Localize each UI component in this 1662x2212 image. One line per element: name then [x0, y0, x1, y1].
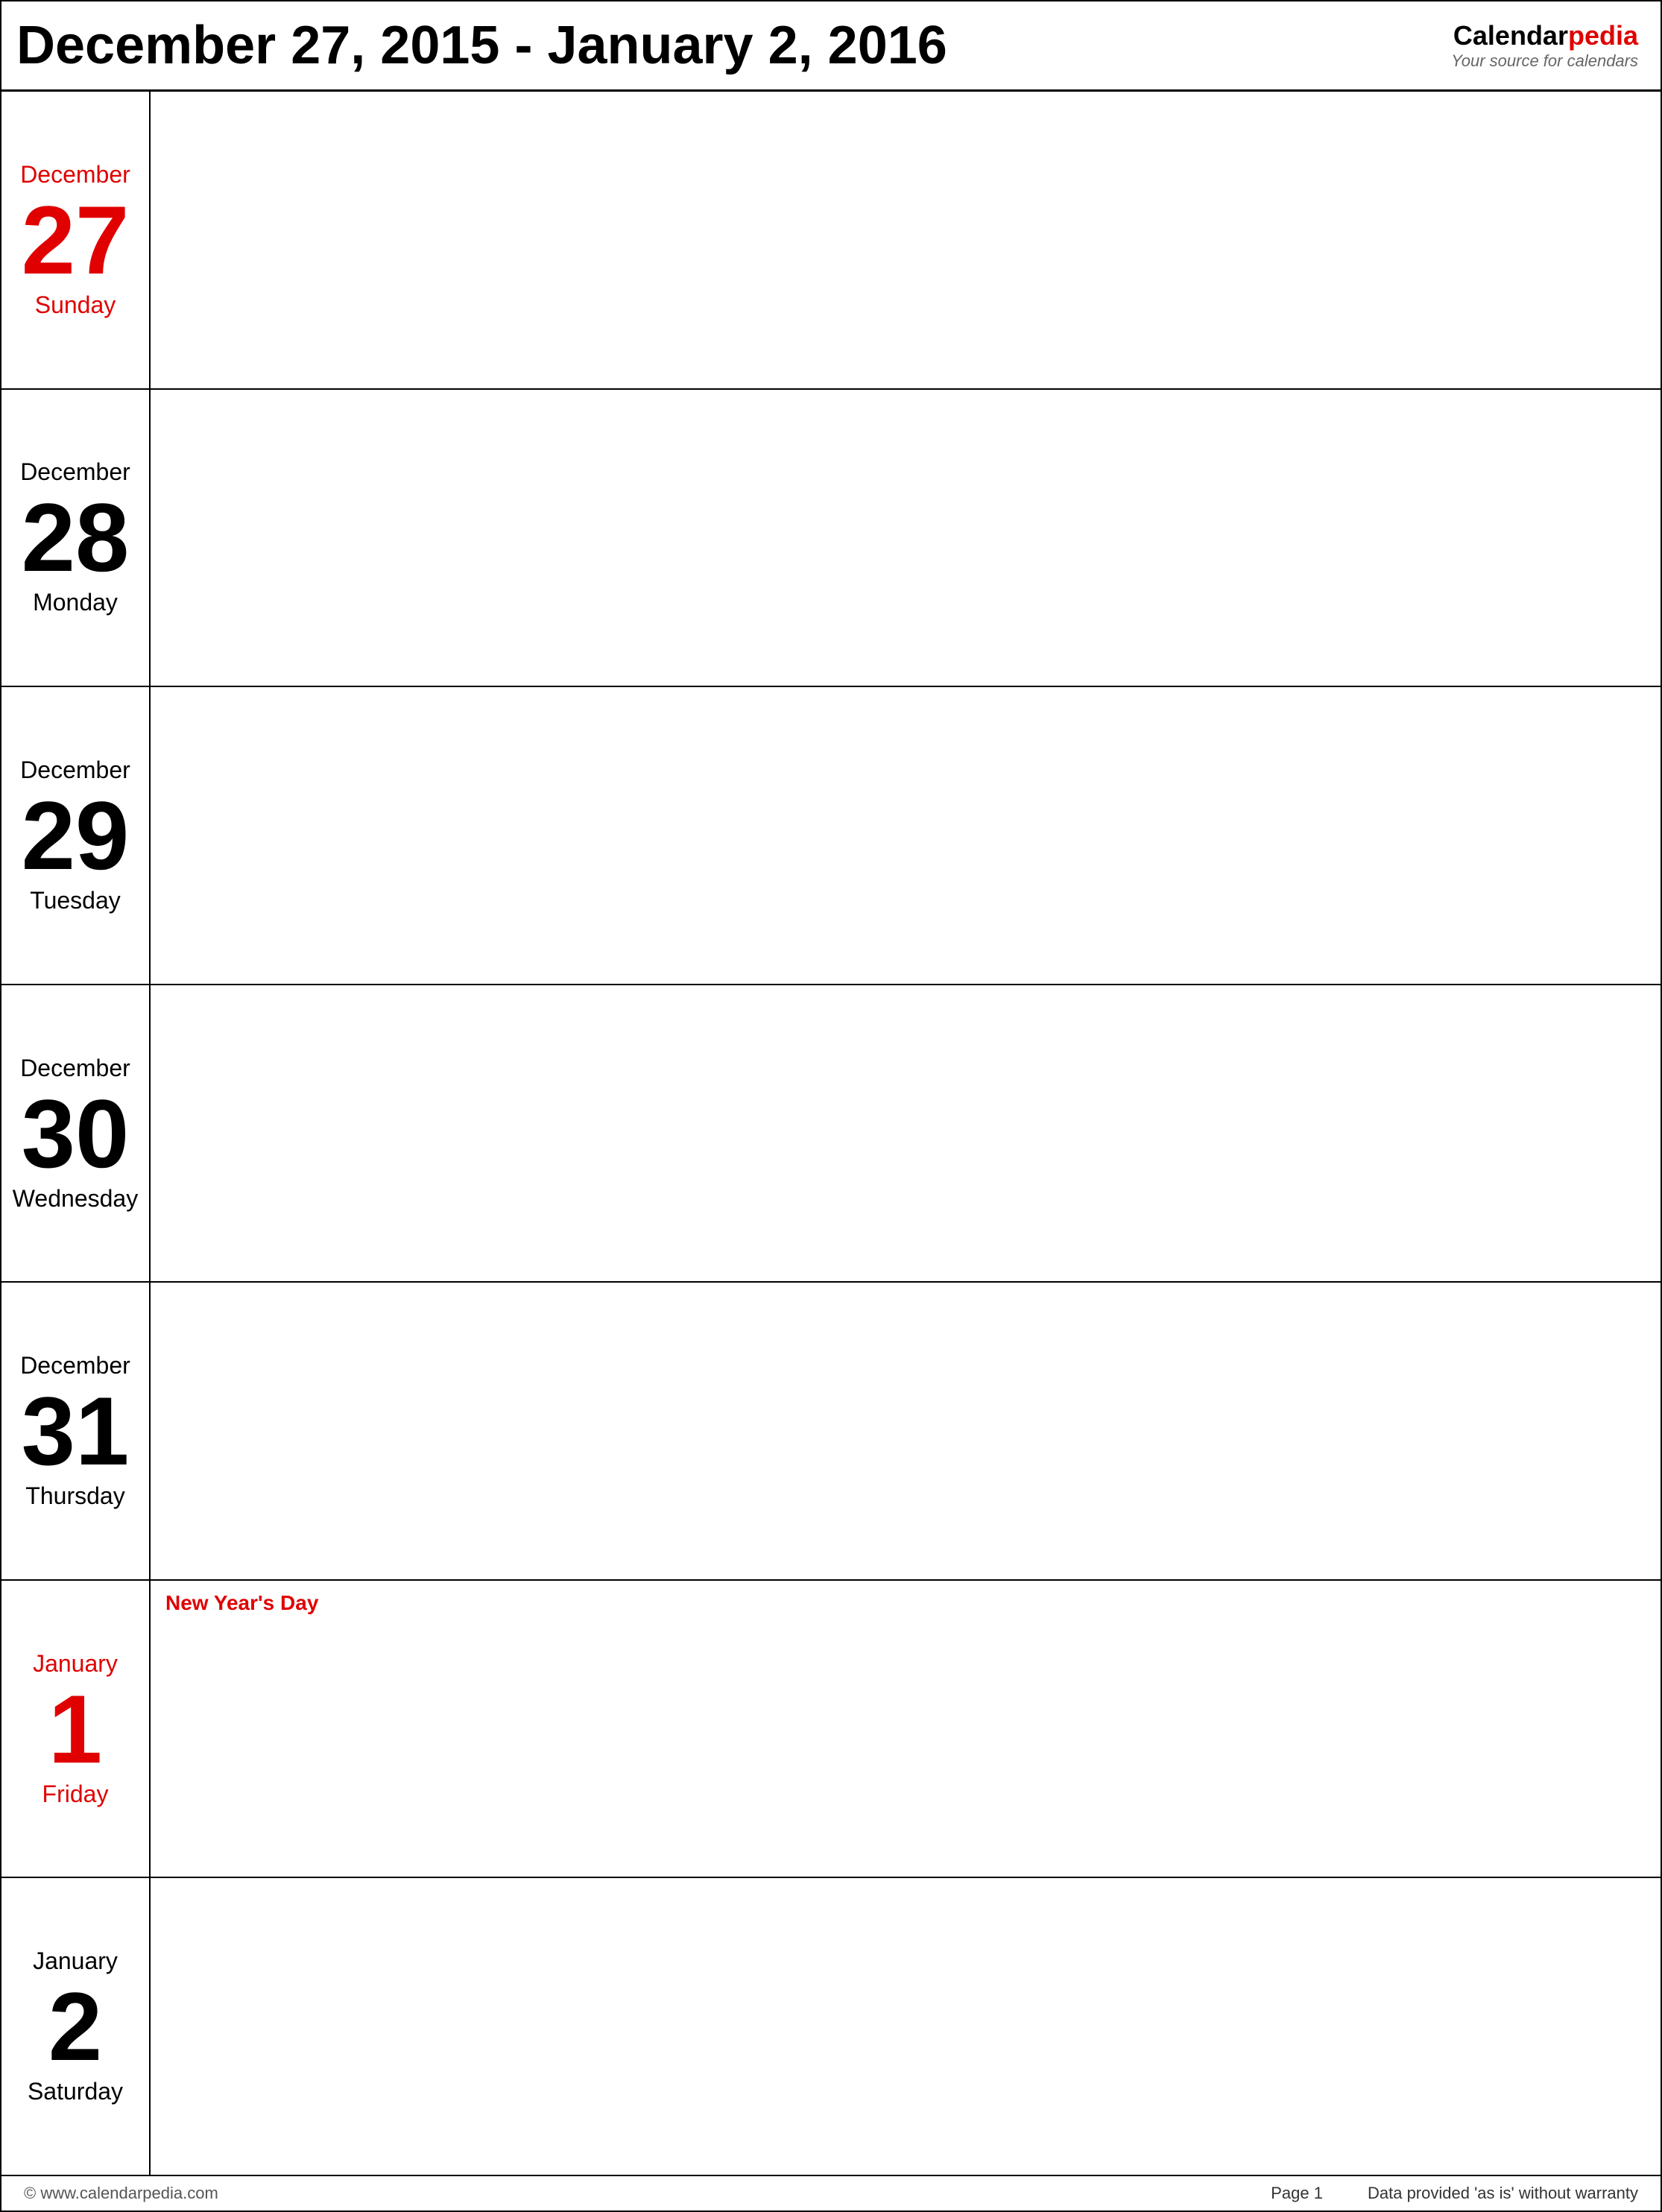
day-row-0: December 27 Sunday — [1, 92, 1661, 390]
day-content-3 — [151, 985, 1661, 1282]
day-weekday-5: Friday — [42, 1780, 109, 1808]
day-number-4: 31 — [22, 1382, 130, 1479]
day-month-5: January — [33, 1650, 118, 1678]
day-weekday-2: Tuesday — [30, 887, 121, 914]
day-content-4 — [151, 1283, 1661, 1579]
day-month-2: December — [20, 756, 130, 784]
day-month-0: December — [20, 161, 130, 189]
day-month-1: December — [20, 458, 130, 486]
footer: © www.calendarpedia.com Page 1 Data prov… — [1, 2175, 1661, 2211]
day-month-4: December — [20, 1352, 130, 1380]
day-number-6: 2 — [48, 1978, 102, 2075]
day-label-0: December 27 Sunday — [1, 92, 151, 388]
footer-right: Page 1 Data provided 'as is' without war… — [1271, 2184, 1638, 2203]
day-number-0: 27 — [22, 192, 130, 288]
day-row-2: December 29 Tuesday — [1, 687, 1661, 985]
day-content-5: New Year's Day — [151, 1581, 1661, 1877]
page-wrapper: December 27, 2015 - January 2, 2016 Cale… — [0, 0, 1662, 2212]
footer-website: © www.calendarpedia.com — [24, 2184, 218, 2203]
footer-disclaimer: Data provided 'as is' without warranty — [1368, 2184, 1638, 2203]
day-label-1: December 28 Monday — [1, 390, 151, 686]
day-label-4: December 31 Thursday — [1, 1283, 151, 1579]
day-month-6: January — [33, 1947, 118, 1975]
logo: Calendarpedia Your source for calendars — [1451, 19, 1638, 72]
logo-pedia: pedia — [1568, 20, 1638, 51]
day-row-6: January 2 Saturday — [1, 1878, 1661, 2175]
day-label-5: January 1 Friday — [1, 1581, 151, 1877]
day-number-1: 28 — [22, 489, 130, 586]
day-weekday-6: Saturday — [28, 2078, 123, 2105]
logo-text: Calendarpedia — [1453, 19, 1638, 51]
day-weekday-1: Monday — [33, 589, 118, 616]
day-weekday-0: Sunday — [35, 291, 116, 319]
day-number-2: 29 — [22, 787, 130, 884]
day-content-2 — [151, 687, 1661, 984]
header: December 27, 2015 - January 2, 2016 Cale… — [1, 1, 1661, 92]
logo-tagline: Your source for calendars — [1451, 51, 1638, 71]
day-row-3: December 30 Wednesday — [1, 985, 1661, 1283]
calendar-grid: December 27 Sunday December 28 Monday De… — [1, 92, 1661, 2175]
page-title: December 27, 2015 - January 2, 2016 — [16, 15, 947, 76]
day-row-5: January 1 Friday New Year's Day — [1, 1581, 1661, 1879]
day-label-3: December 30 Wednesday — [1, 985, 151, 1282]
day-content-6 — [151, 1878, 1661, 2175]
day-label-6: January 2 Saturday — [1, 1878, 151, 2175]
logo-calendar: Calendar — [1453, 20, 1568, 51]
day-row-1: December 28 Monday — [1, 390, 1661, 688]
day-month-3: December — [20, 1055, 130, 1082]
footer-page: Page 1 — [1271, 2184, 1323, 2203]
day-content-1 — [151, 390, 1661, 686]
day-number-5: 1 — [48, 1681, 102, 1777]
day-number-3: 30 — [22, 1085, 130, 1182]
day-content-0 — [151, 92, 1661, 388]
day-label-2: December 29 Tuesday — [1, 687, 151, 984]
day-row-4: December 31 Thursday — [1, 1283, 1661, 1581]
day-weekday-4: Thursday — [25, 1482, 124, 1510]
day-weekday-3: Wednesday — [13, 1185, 138, 1213]
holiday-label-5: New Year's Day — [165, 1591, 1646, 1615]
